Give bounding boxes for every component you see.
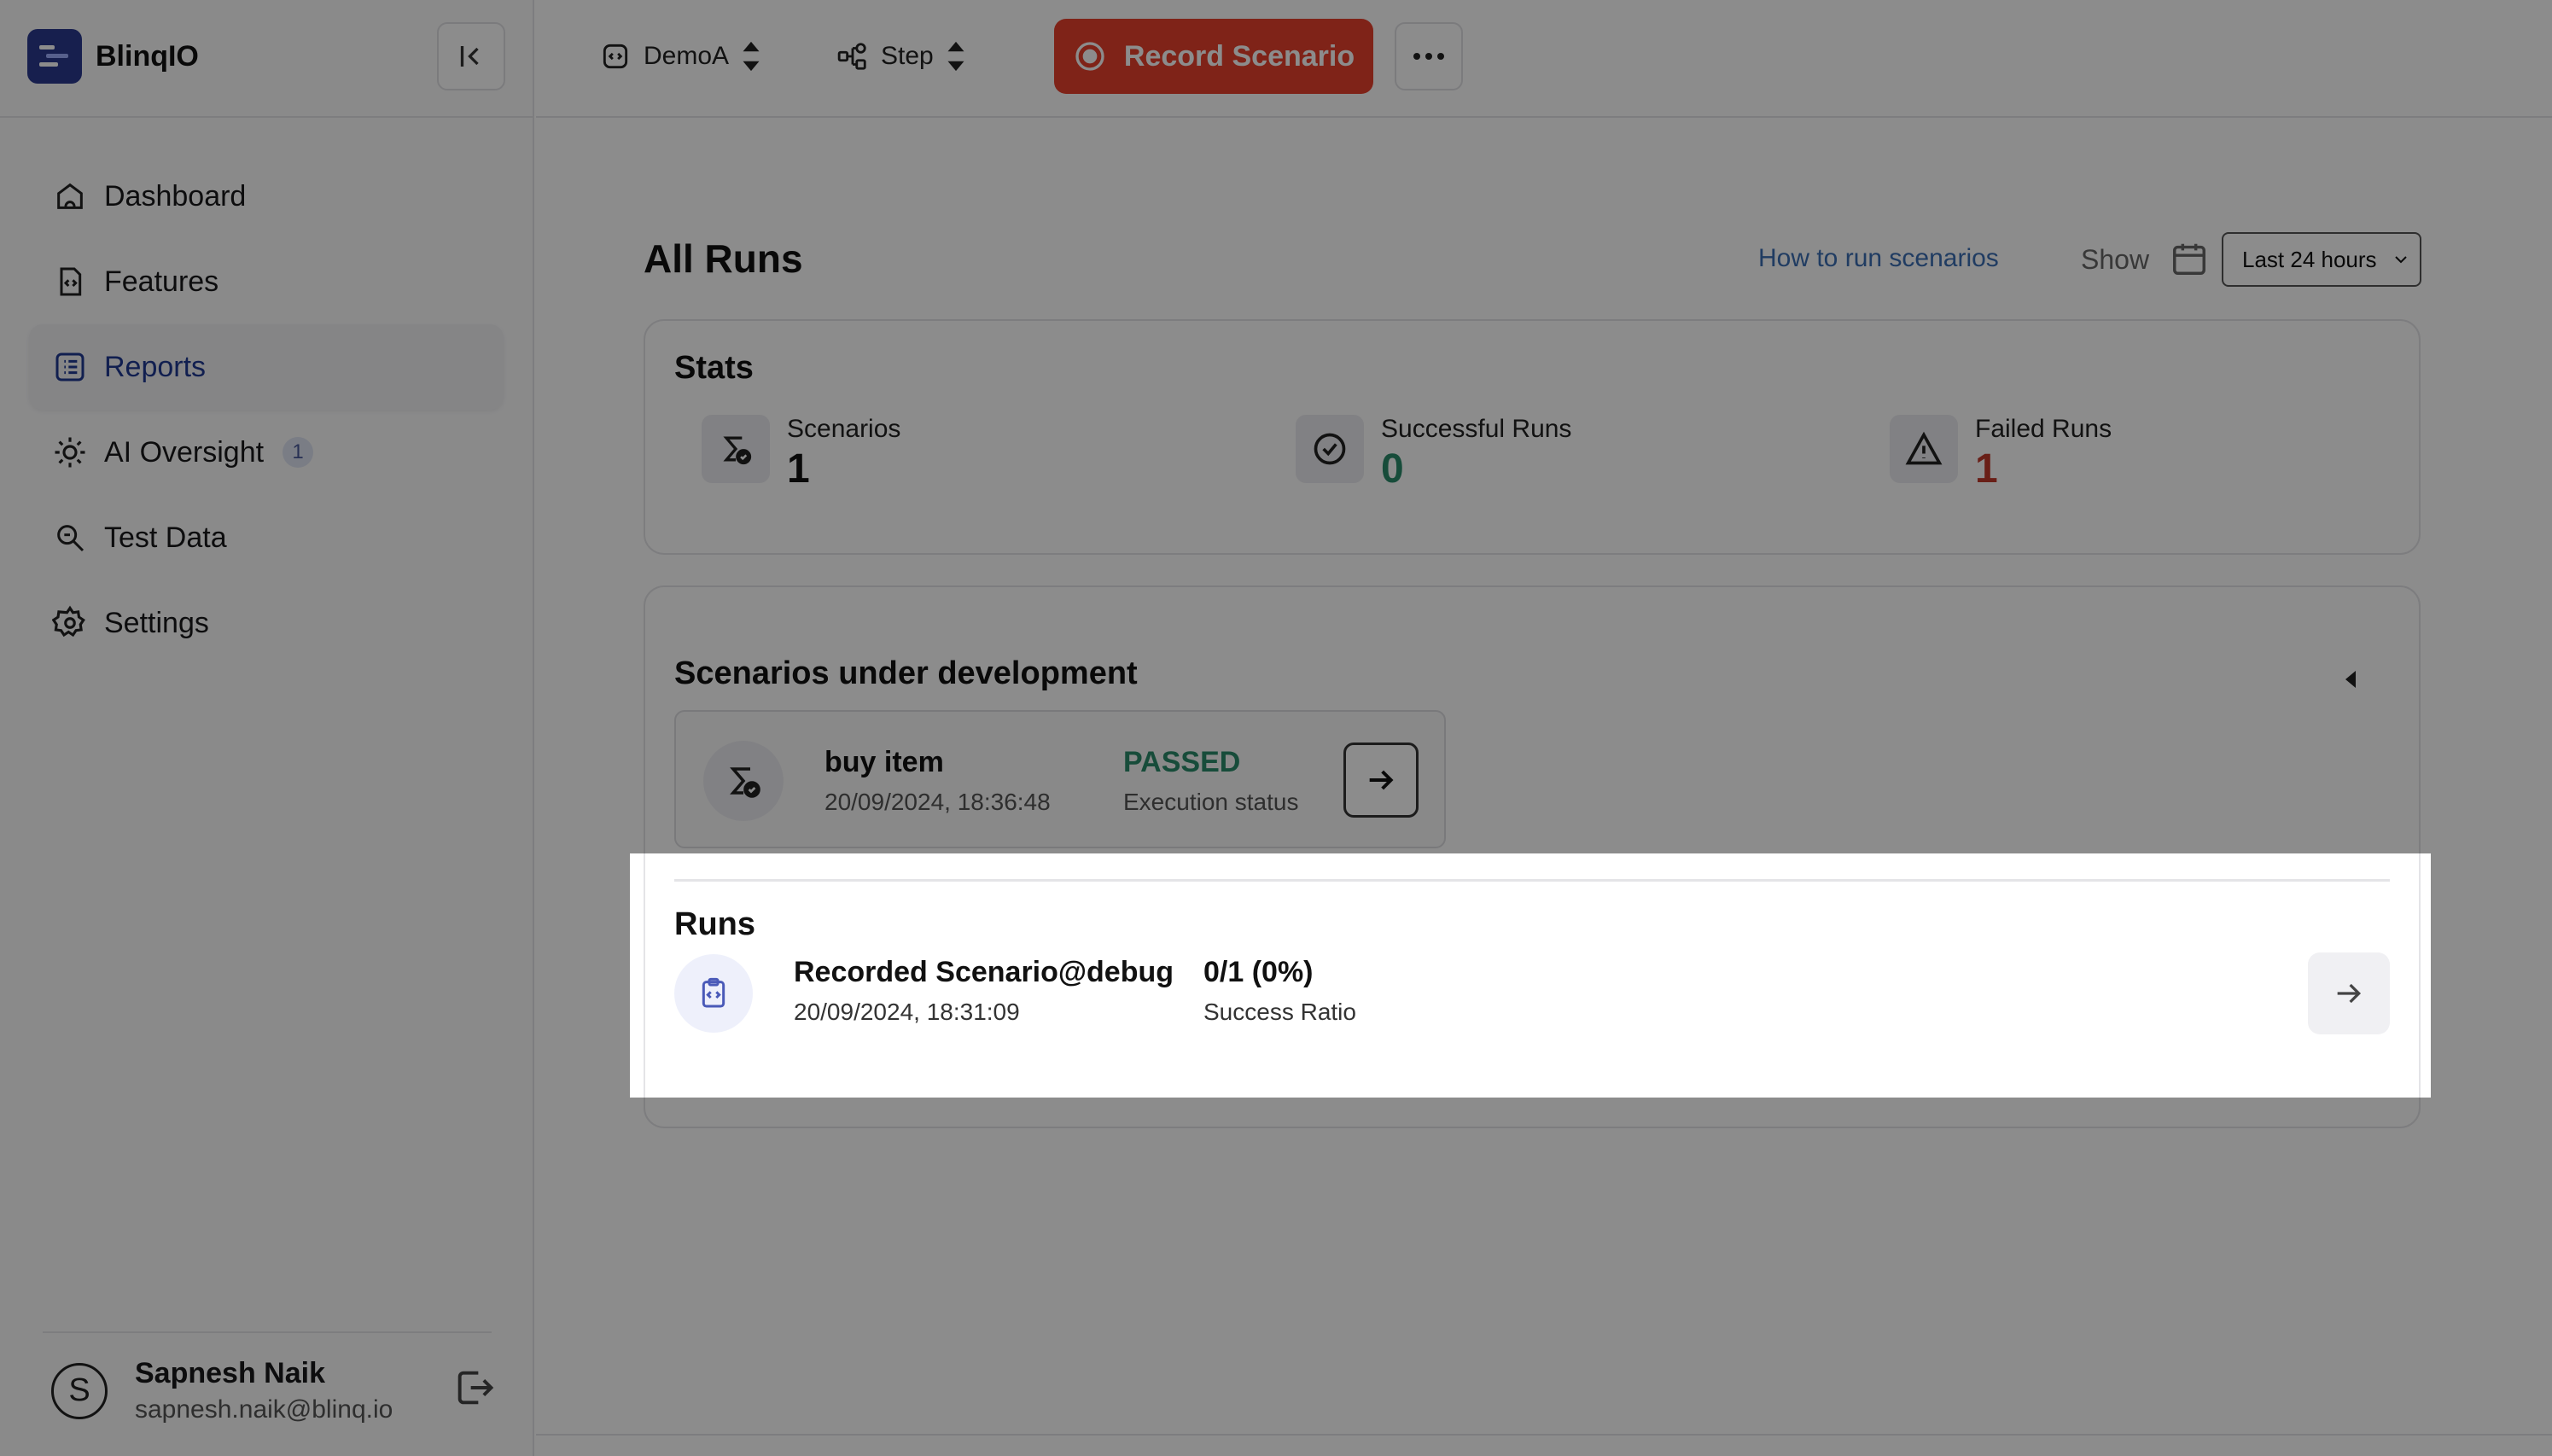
- scenarios-under-development-card: Scenarios under development buy item 20/…: [644, 585, 2421, 1128]
- user-name: Sapnesh Naik: [135, 1357, 325, 1389]
- workflow-icon: [837, 43, 866, 70]
- project-icon: [603, 44, 628, 69]
- check-circle-icon: [1296, 415, 1364, 483]
- run-name: Recorded Scenario@debug: [794, 956, 1174, 988]
- sidebar-item-label: Features: [104, 265, 219, 298]
- scenario-name: buy item: [824, 746, 944, 778]
- stats-card: Stats Scenarios 1 Successful Runs 0 Fail…: [644, 319, 2421, 555]
- stat-label: Scenarios: [787, 415, 901, 443]
- user-profile[interactable]: S Sapnesh Naik sapnesh.naik@blinq.io: [51, 1357, 393, 1424]
- stat-value: 1: [787, 446, 810, 492]
- logout-icon: [457, 1371, 494, 1405]
- brand-logo-icon: [27, 29, 82, 84]
- page-title: All Runs: [644, 236, 803, 281]
- collapse-sidebar-button[interactable]: [437, 22, 505, 90]
- project-selector[interactable]: DemoA: [599, 31, 761, 82]
- file-code-icon: [51, 263, 89, 300]
- record-icon: [1075, 42, 1104, 71]
- gear-icon: [51, 604, 89, 642]
- main-content: All Runs How to run scenarios Show Last …: [536, 119, 2552, 1434]
- sidebar-item-dashboard[interactable]: Dashboard: [29, 154, 504, 239]
- project-name: DemoA: [644, 42, 730, 70]
- status-label: Execution status: [1123, 789, 1299, 815]
- mode-name: Step: [881, 42, 934, 70]
- sidebar-nav: Dashboard Features Reports AI Oversight …: [29, 154, 504, 666]
- list-icon: [51, 348, 89, 386]
- open-scenario-button[interactable]: [1343, 743, 1419, 818]
- scenario-icon: [703, 741, 784, 821]
- scenario-date: 20/09/2024, 18:36:48: [824, 789, 1051, 815]
- scenario-card[interactable]: buy item 20/09/2024, 18:36:48 PASSED Exe…: [674, 710, 1446, 848]
- time-range-value: Last 24 hours: [2242, 246, 2377, 272]
- stats-title: Stats: [674, 350, 754, 386]
- stat-label: Successful Runs: [1381, 415, 1572, 443]
- how-to-run-link[interactable]: How to run scenarios: [1758, 244, 1999, 273]
- collapse-left-icon: [460, 46, 479, 67]
- warning-icon: [1890, 415, 1958, 483]
- brand-name: BlinqIO: [96, 39, 199, 73]
- scenario-icon: [702, 415, 770, 483]
- brand[interactable]: BlinqIO: [27, 29, 199, 84]
- section-divider: [674, 879, 2390, 882]
- notification-badge: 1: [283, 437, 314, 468]
- open-run-button[interactable]: [2308, 952, 2390, 1034]
- user-email: sapnesh.naik@blinq.io: [135, 1395, 393, 1424]
- footer-divider: [536, 1434, 2552, 1436]
- sidebar-item-label: Dashboard: [104, 179, 247, 213]
- sidebar-item-ai-oversight[interactable]: AI Oversight 1: [29, 410, 504, 495]
- caret-left-icon[interactable]: [2342, 669, 2359, 690]
- show-label: Show: [2081, 244, 2150, 275]
- logout-button[interactable]: [452, 1366, 497, 1410]
- avatar: S: [51, 1362, 108, 1419]
- home-icon: [51, 178, 89, 215]
- status-badge: PASSED: [1123, 746, 1241, 778]
- sidebar-divider: [0, 116, 534, 118]
- run-date: 20/09/2024, 18:31:09: [794, 999, 1020, 1025]
- sidebar-item-features[interactable]: Features: [29, 239, 504, 324]
- run-ratio-label: Success Ratio: [1203, 999, 1356, 1025]
- sidebar-item-label: Test Data: [104, 521, 227, 554]
- sidebar: BlinqIO Dashboard Features Reports AI Ov…: [0, 0, 534, 1456]
- stat-successful-runs: Successful Runs 0: [1296, 415, 1571, 492]
- chevron-down-icon: [2395, 256, 2407, 264]
- sidebar-item-settings[interactable]: Settings: [29, 580, 504, 666]
- sidebar-item-test-data[interactable]: Test Data: [29, 495, 504, 580]
- stat-value: 1: [1975, 446, 1998, 492]
- stat-value: 0: [1381, 446, 1404, 492]
- sidebar-item-label: Reports: [104, 350, 207, 383]
- sidebar-item-label: AI Oversight: [104, 435, 265, 469]
- run-report-icon: [674, 954, 753, 1033]
- sidebar-footer-divider: [43, 1331, 492, 1333]
- stat-label: Failed Runs: [1975, 415, 2112, 443]
- arrow-right-icon: [1369, 770, 1394, 790]
- time-range-select[interactable]: Last 24 hours: [2222, 232, 2421, 287]
- sort-arrows-icon: [743, 41, 760, 72]
- ellipsis-icon: [1413, 53, 1444, 60]
- record-scenario-button[interactable]: Record Scenario: [1054, 19, 1373, 94]
- record-label: Record Scenario: [1123, 39, 1355, 73]
- sidebar-item-label: Settings: [104, 606, 209, 639]
- ai-gear-icon: [51, 434, 89, 471]
- data-search-icon: [51, 519, 89, 556]
- calendar-icon[interactable]: [2170, 239, 2209, 278]
- stat-failed-runs: Failed Runs 1: [1890, 415, 2112, 492]
- sidebar-item-reports[interactable]: Reports: [29, 324, 504, 410]
- more-options-button[interactable]: [1395, 22, 1463, 90]
- dev-title: Scenarios under development: [674, 655, 1138, 691]
- arrow-right-icon: [2337, 983, 2362, 1004]
- topbar: DemoA Step Record Scenario: [536, 0, 2552, 118]
- run-success-ratio: 0/1 (0%): [1203, 956, 1314, 988]
- runs-title: Runs: [674, 906, 755, 942]
- mode-selector[interactable]: Step: [836, 31, 966, 82]
- stat-scenarios: Scenarios 1: [702, 415, 900, 492]
- sort-arrows-icon: [947, 41, 964, 72]
